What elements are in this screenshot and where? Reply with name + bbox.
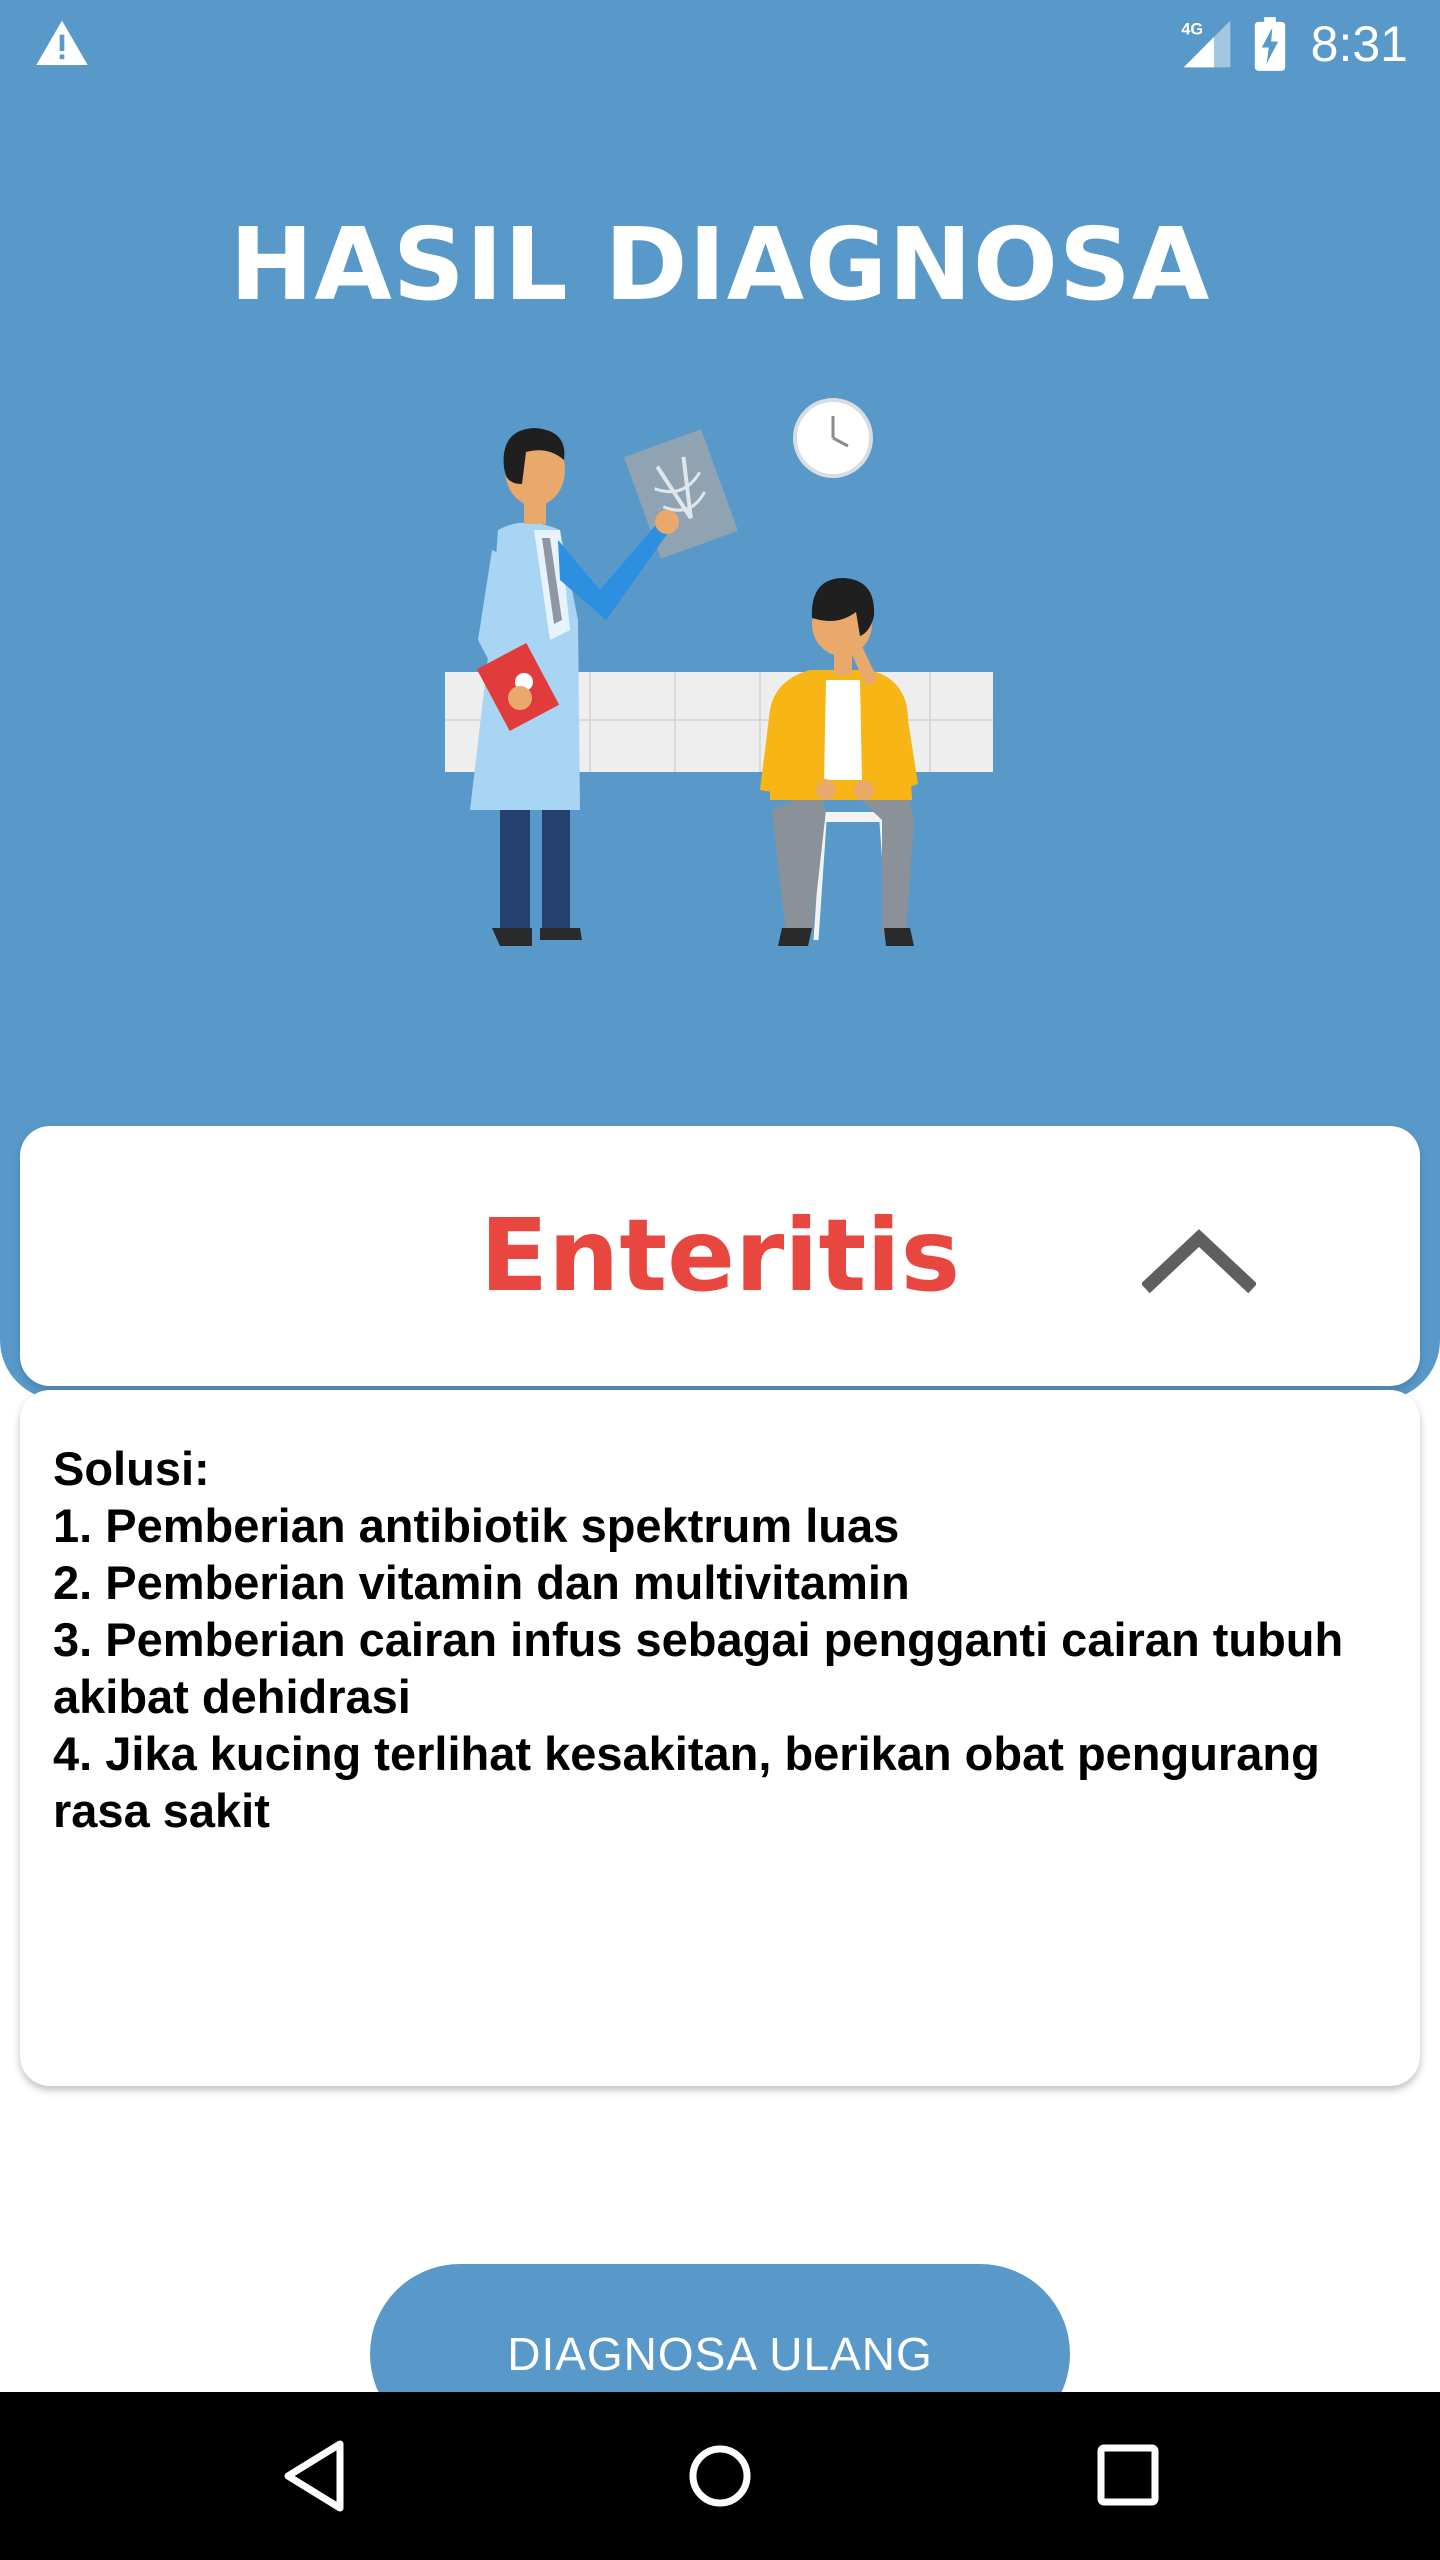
- diagnosis-result-screen: 4G 8:31 HASIL DIAGNOSA Enteritis Solusi:…: [0, 0, 1440, 2560]
- status-time: 8:31: [1310, 16, 1408, 72]
- battery-charging-icon: [1254, 17, 1286, 71]
- solution-card: Solusi: 1. Pemberian antibiotik spektrum…: [20, 1390, 1420, 2086]
- status-bar: 4G 8:31: [0, 0, 1440, 90]
- recent-apps-icon[interactable]: [1092, 2438, 1164, 2514]
- diagnosis-result-card: Enteritis: [20, 1126, 1420, 1386]
- back-icon[interactable]: [278, 2436, 350, 2516]
- network-type-label: 4G: [1181, 21, 1203, 39]
- solution-item: 2. Pemberian vitamin dan multivitamin: [53, 1556, 910, 1609]
- solution-item: 1. Pemberian antibiotik spektrum luas: [53, 1499, 900, 1552]
- wall-clock-icon: [793, 398, 873, 478]
- warning-icon: [36, 20, 88, 66]
- x-ray-film-icon: [624, 429, 738, 559]
- doctor-patient-illustration: [445, 398, 993, 946]
- navigation-bar: [0, 2392, 1440, 2560]
- solution-item: 3. Pemberian cairan infus sebagai pengga…: [53, 1613, 1344, 1723]
- solution-item: 4. Jika kucing terlihat kesakitan, berik…: [53, 1727, 1320, 1837]
- signal-icon: 4G: [1181, 20, 1231, 68]
- home-icon[interactable]: [686, 2436, 754, 2516]
- page-title: HASIL DIAGNOSA: [229, 206, 1211, 323]
- chevron-up-icon[interactable]: [1142, 1226, 1256, 1296]
- solution-text: Solusi: 1. Pemberian antibiotik spektrum…: [53, 1440, 1403, 1839]
- solution-heading: Solusi:: [53, 1442, 210, 1495]
- patient-figure: [760, 578, 918, 946]
